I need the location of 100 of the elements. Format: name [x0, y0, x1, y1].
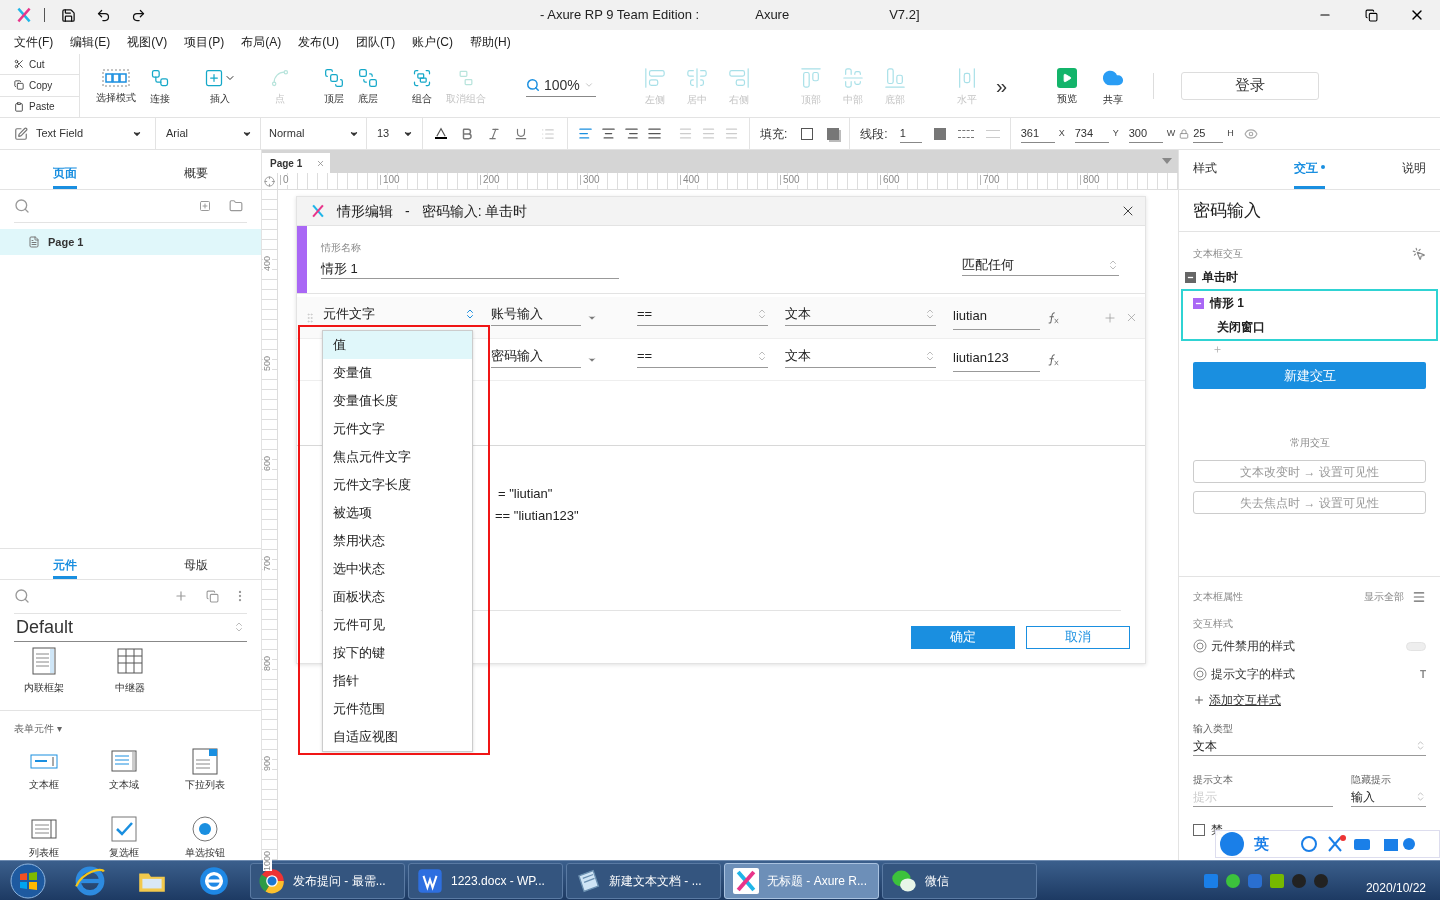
section-header[interactable]: 表单元件 ▾ [14, 721, 62, 736]
menu-item[interactable]: 视图(V) [127, 33, 168, 51]
tray-icon[interactable] [1203, 873, 1218, 888]
library-widget[interactable]: 文本域 [90, 746, 159, 792]
widget-select[interactable]: 账号输入 [491, 303, 581, 326]
zoom-select[interactable]: 100% [526, 74, 596, 97]
dash-style-icon[interactable] [957, 129, 974, 138]
dropdown-option[interactable]: 面板状态 [323, 583, 472, 611]
function-icon[interactable] [1047, 311, 1059, 324]
eye-icon[interactable] [1243, 126, 1258, 141]
toolbar-button[interactable]: 共享 [1093, 57, 1134, 114]
search-icon[interactable] [14, 198, 30, 214]
undo-icon[interactable] [96, 7, 111, 23]
add-style-link[interactable]: 添加交互样式 [1209, 691, 1281, 709]
dropdown-option[interactable]: 选中状态 [323, 555, 472, 583]
toggle-switch[interactable] [1406, 641, 1426, 651]
value-field[interactable]: liutian123 [953, 347, 1040, 372]
toolbar-button[interactable]: 底层 [352, 57, 384, 114]
dropdown-option[interactable]: 被选项 [323, 499, 472, 527]
page-item[interactable]: Page 1 [0, 229, 261, 255]
font-size-select[interactable]: 13 [377, 122, 419, 145]
library-widget[interactable]: 内联框架 [10, 646, 78, 697]
panel-tab[interactable]: 元件 [53, 554, 78, 579]
input-type-select[interactable]: 文本 [1193, 736, 1426, 756]
browser-icon[interactable] [74, 864, 106, 897]
function-icon[interactable] [1047, 353, 1059, 366]
menu-item[interactable]: 编辑(E) [70, 33, 111, 51]
menu-item[interactable]: 文件(F) [14, 33, 54, 51]
hide-hint-select[interactable]: 输入 [1351, 787, 1426, 807]
page-tab[interactable]: Page 1 [262, 153, 330, 173]
toolbar-button[interactable]: 组合 [406, 57, 438, 114]
case-name-field[interactable]: 情形 1 [321, 259, 619, 279]
copy-icon[interactable] [206, 589, 219, 603]
dropdown-option[interactable]: 元件文字长度 [323, 471, 472, 499]
operator-select[interactable]: == [637, 345, 768, 368]
align-right-icon[interactable] [624, 126, 639, 141]
library-widget[interactable]: 文本框 [10, 746, 78, 792]
dropdown-option[interactable]: 元件范围 [323, 695, 472, 723]
dropdown-option[interactable]: 元件可见 [323, 611, 472, 639]
align-left-icon[interactable] [578, 126, 593, 141]
dropdown-option[interactable]: 自适应视图 [323, 723, 472, 751]
case-label[interactable]: 情形 1 [1210, 294, 1244, 312]
value-field[interactable]: liutian [953, 305, 1040, 330]
width-field[interactable]: 300 [1128, 124, 1163, 143]
case-block[interactable]: 情形 1 关闭窗口 [1181, 289, 1438, 341]
search-icon[interactable] [14, 588, 30, 605]
add-page-icon[interactable] [199, 200, 211, 212]
tray-icon[interactable] [1291, 873, 1306, 888]
input-method-icon[interactable] [1220, 832, 1244, 856]
panel-tab[interactable]: 概要 [183, 159, 208, 189]
menu-item[interactable]: 团队(T) [356, 33, 396, 51]
style-item[interactable]: 提示文字的样式 [1211, 665, 1295, 683]
delete-icon[interactable] [1125, 311, 1138, 324]
font-weight-select[interactable]: Normal [269, 122, 365, 145]
clipboard-button[interactable]: Paste [0, 96, 79, 117]
collapse-icon[interactable] [1185, 271, 1196, 283]
library-widget[interactable]: 复选框 [90, 814, 159, 860]
toolbar-button[interactable]: 插入 [198, 57, 242, 114]
panel-tab[interactable]: 交互 [1294, 159, 1325, 189]
value-type-select[interactable]: 文本 [785, 345, 936, 368]
menu-item[interactable]: 项目(P) [184, 33, 225, 51]
match-select[interactable]: 匹配任何 [962, 254, 1119, 276]
widget-select[interactable]: 密码输入 [491, 345, 581, 368]
add-icon[interactable] [1213, 345, 1222, 354]
checkbox-label[interactable]: 禁 [1211, 821, 1223, 839]
library-widget[interactable]: 单选按钮 [170, 814, 239, 860]
y-field[interactable]: 734 [1074, 124, 1109, 143]
close-icon[interactable] [316, 158, 326, 168]
target-icon[interactable] [1193, 639, 1207, 653]
height-field[interactable]: 25 [1193, 124, 1224, 143]
tray-icon[interactable] [1313, 873, 1328, 888]
dropdown-option[interactable]: 变量值长度 [323, 387, 472, 415]
toolbar-button[interactable]: 连接 [144, 57, 176, 114]
x-field[interactable]: 361 [1020, 124, 1055, 143]
font-select[interactable]: Arial [166, 122, 258, 145]
clipboard-button[interactable]: Cut [0, 54, 79, 76]
redo-icon[interactable] [131, 7, 146, 23]
tray-icon[interactable] [1225, 873, 1240, 888]
shadow-swatch[interactable] [827, 127, 840, 140]
toolbar-button[interactable]: 顶层 [318, 57, 350, 114]
lock-icon[interactable] [1179, 128, 1190, 139]
event-label[interactable]: 单击时 [1202, 268, 1238, 286]
menu-item[interactable]: 账户(C) [412, 33, 453, 51]
toolbar-button[interactable]: 预览 [1047, 57, 1088, 114]
subject-select[interactable]: 元件文字 [323, 303, 476, 326]
dropdown-option[interactable]: 焦点元件文字 [323, 443, 472, 471]
save-icon[interactable] [61, 7, 76, 23]
value-type-select[interactable]: 文本 [785, 303, 936, 326]
italic-icon[interactable] [487, 126, 501, 141]
crosshair-icon[interactable] [264, 175, 275, 187]
target-icon[interactable] [1193, 667, 1207, 681]
dropdown-option[interactable]: 变量值 [323, 359, 472, 387]
fill-swatch[interactable] [801, 127, 814, 140]
line-color-swatch[interactable] [933, 127, 946, 140]
style-item[interactable]: 元件禁用的样式 [1211, 637, 1295, 655]
collapse-icon[interactable] [1193, 297, 1204, 309]
input-mode-toggle[interactable]: 英 [1254, 832, 1269, 856]
taskbar-window-button[interactable]: 新建文本文档 - ... [566, 862, 721, 899]
clipboard-button[interactable]: Copy [0, 75, 79, 97]
browser-icon[interactable] [198, 864, 230, 897]
